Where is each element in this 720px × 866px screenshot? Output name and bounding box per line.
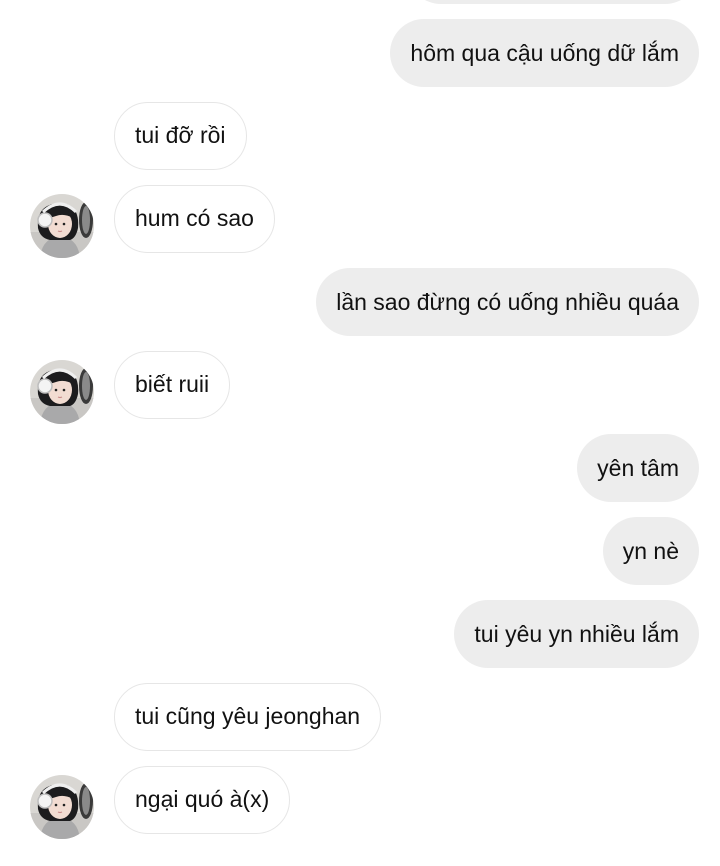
avatar-photo-icon — [30, 775, 94, 839]
message-bubble-outgoing[interactable]: hôm qua cậu uống dữ lắm — [390, 19, 699, 87]
message-bubble-outgoing[interactable]: yên tâm — [577, 434, 699, 502]
contact-avatar[interactable] — [30, 360, 94, 424]
message-bubble-incoming[interactable]: tui đỡ rồi — [114, 102, 247, 170]
message-bubble-outgoing[interactable]: lần sao đừng có uống nhiều quáa — [316, 268, 699, 336]
contact-avatar[interactable] — [30, 775, 94, 839]
message-bubble-incoming[interactable]: tui cũng yêu jeonghan — [114, 683, 382, 751]
contact-avatar[interactable] — [30, 194, 94, 258]
message-bubble-outgoing[interactable]: tui yêu yn nhiều lắm — [454, 600, 699, 668]
message-thread: hôm qua cậu uống dữ lắm tui đỡ rồi hum c… — [0, 0, 720, 866]
message-bubble-incoming[interactable]: biết ruii — [114, 351, 231, 419]
message-bubble-incoming[interactable]: ngại quó à(x) — [114, 766, 291, 834]
message-bubble-outgoing-partial[interactable] — [407, 0, 699, 4]
avatar-photo-icon — [30, 360, 94, 424]
message-bubble-outgoing[interactable]: yn nè — [602, 517, 699, 585]
message-bubble-incoming[interactable]: hum có sao — [114, 185, 275, 253]
avatar-photo-icon — [30, 194, 94, 258]
